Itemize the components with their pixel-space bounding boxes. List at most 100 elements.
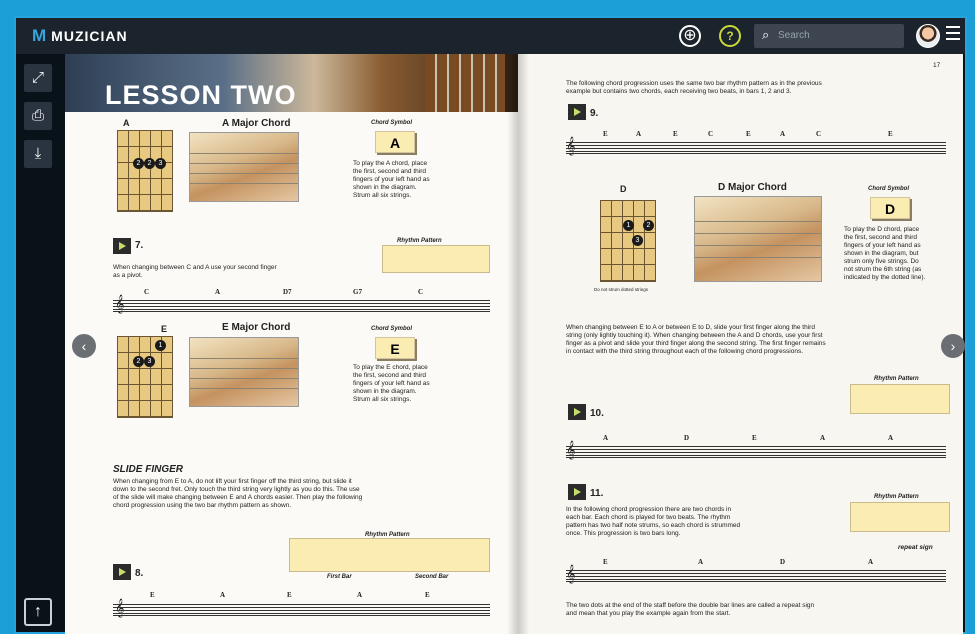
ex9-chord: A: [636, 130, 642, 138]
d-chord-symbol: D: [870, 197, 910, 219]
ex9-chord: E: [888, 130, 893, 138]
ex11-chord: A: [698, 558, 704, 566]
ex10-chord: A: [603, 434, 609, 442]
rhythm-label-11: Rhythm Pattern: [874, 494, 919, 500]
staff-9: [566, 142, 946, 154]
second-bar-label: Second Bar: [415, 574, 449, 580]
fullscreen-icon[interactable]: ⤢: [24, 64, 52, 92]
e-chord-diagram: 123: [117, 336, 173, 418]
slide-finger-text: When changing from E to A, do not lift y…: [113, 478, 363, 509]
ex10-chord: E: [752, 434, 757, 442]
ex10-chord: D: [684, 434, 690, 442]
ex10-chord: A: [888, 434, 894, 442]
staff-11: [566, 570, 946, 582]
a-chord-diagram: 223: [117, 130, 173, 212]
example-7-number: 7.: [135, 240, 144, 251]
play-button-7[interactable]: [113, 238, 131, 254]
right-page: 17 The following chord progression uses …: [518, 54, 963, 634]
book-gutter: [507, 54, 529, 634]
play-button-8[interactable]: [113, 564, 131, 580]
help-icon[interactable]: ?: [719, 25, 741, 47]
play-button-10[interactable]: [568, 404, 586, 420]
repeat-sign-label: repeat sign: [898, 544, 933, 551]
e-chord-title: E Major Chord: [222, 322, 291, 333]
rhythm-label-7: Rhythm Pattern: [397, 238, 442, 244]
example-10-number: 10.: [590, 408, 604, 419]
a-chord-desc: To play the A chord, place the first, sec…: [353, 160, 430, 199]
d-chord-title: D Major Chord: [718, 182, 787, 193]
ex9-chord: A: [780, 130, 786, 138]
e-chord-symbol: E: [375, 337, 415, 359]
top-bar: M MUZICIAN ⊕ ? ⌕ Search: [16, 18, 965, 54]
print-icon[interactable]: ⎙: [24, 102, 52, 130]
staff-7: [113, 300, 490, 312]
rhythm-pattern-10: [850, 384, 950, 414]
ex9-chord: C: [816, 130, 822, 138]
ex8-chord: E: [150, 591, 155, 599]
d-symbol-label: Chord Symbol: [868, 186, 910, 192]
prev-page-button[interactable]: ‹: [72, 334, 96, 358]
staff-10: [566, 446, 946, 458]
example-9-number: 9.: [590, 108, 599, 119]
ex11-chord: A: [868, 558, 874, 566]
e-chord-photo: [189, 337, 299, 407]
change-text: When changing between E to A or between …: [566, 324, 826, 355]
ex9-chord: E: [746, 130, 751, 138]
d-diagram-label: D: [620, 184, 627, 194]
example-7-text: When changing between C and A use your s…: [113, 264, 277, 279]
first-bar-label: First Bar: [327, 574, 352, 580]
ex7-chord: D7: [283, 288, 292, 296]
scroll-top-button[interactable]: ↑: [24, 598, 52, 626]
rhythm-label-10: Rhythm Pattern: [874, 376, 919, 382]
ex9-chord: E: [673, 130, 678, 138]
slide-finger-heading: SLIDE FINGER: [113, 464, 184, 475]
ex7-chord: C: [144, 288, 150, 296]
footer-text: The two dots at the end of the staff bef…: [566, 602, 815, 617]
rhythm-pattern-11: [850, 502, 950, 532]
a-chord-photo: [189, 132, 299, 202]
d-chord-caption: Do not strum dotted strings: [594, 287, 649, 292]
play-button-11[interactable]: [568, 484, 586, 500]
next-page-button[interactable]: ›: [941, 334, 965, 358]
ex9-chord: E: [603, 130, 608, 138]
ex11-chord: E: [603, 558, 608, 566]
search-input[interactable]: ⌕ Search: [754, 24, 904, 48]
example-11-text: In the following chord progression there…: [566, 506, 741, 537]
play-button-9[interactable]: [568, 104, 586, 120]
sidebar: ⤢ ⎙ ⤓: [24, 64, 56, 178]
download-icon[interactable]: ⤓: [24, 140, 52, 168]
ex7-chord: C: [418, 288, 424, 296]
e-diagram-label: E: [161, 324, 168, 334]
left-page: LESSON TWO A 223 A Major Chord Chord Sym…: [65, 54, 518, 634]
example-11-number: 11.: [590, 488, 604, 499]
ex9-chord: C: [708, 130, 714, 138]
rhythm-pattern-7: [382, 245, 490, 273]
d-chord-photo: [694, 196, 822, 282]
add-icon[interactable]: ⊕: [679, 25, 701, 47]
ex7-chord: G7: [353, 288, 362, 296]
app-logo[interactable]: M MUZICIAN: [32, 26, 128, 46]
a-chord-symbol: A: [375, 131, 415, 153]
a-chord-title: A Major Chord: [222, 118, 291, 129]
avatar[interactable]: [916, 24, 940, 48]
search-icon: ⌕: [762, 27, 770, 42]
menu-icon[interactable]: [946, 26, 960, 44]
rhythm-pattern-8: [289, 538, 490, 572]
example-8-number: 8.: [135, 568, 144, 579]
ex8-chord: E: [425, 591, 430, 599]
e-chord-desc: To play the E chord, place the first, sec…: [353, 364, 430, 403]
staff-8: [113, 604, 490, 616]
app-frame: M MUZICIAN ⊕ ? ⌕ Search ⤢ ⎙ ⤓ ↑ LESSON TW…: [14, 16, 967, 634]
ex8-chord: E: [287, 591, 292, 599]
ex7-chord: A: [215, 288, 221, 296]
ex8-chord: A: [357, 591, 363, 599]
ex11-chord: D: [780, 558, 786, 566]
lesson-title: LESSON TWO: [105, 80, 297, 110]
e-symbol-label: Chord Symbol: [371, 326, 413, 332]
d-chord-desc: To play the D chord, place the first, sec…: [844, 226, 926, 281]
a-symbol-label: Chord Symbol: [371, 120, 413, 126]
intro-text: The following chord progression uses the…: [566, 80, 822, 95]
ex10-chord: A: [820, 434, 826, 442]
a-diagram-label: A: [123, 118, 130, 128]
page-number: 17: [933, 62, 941, 69]
